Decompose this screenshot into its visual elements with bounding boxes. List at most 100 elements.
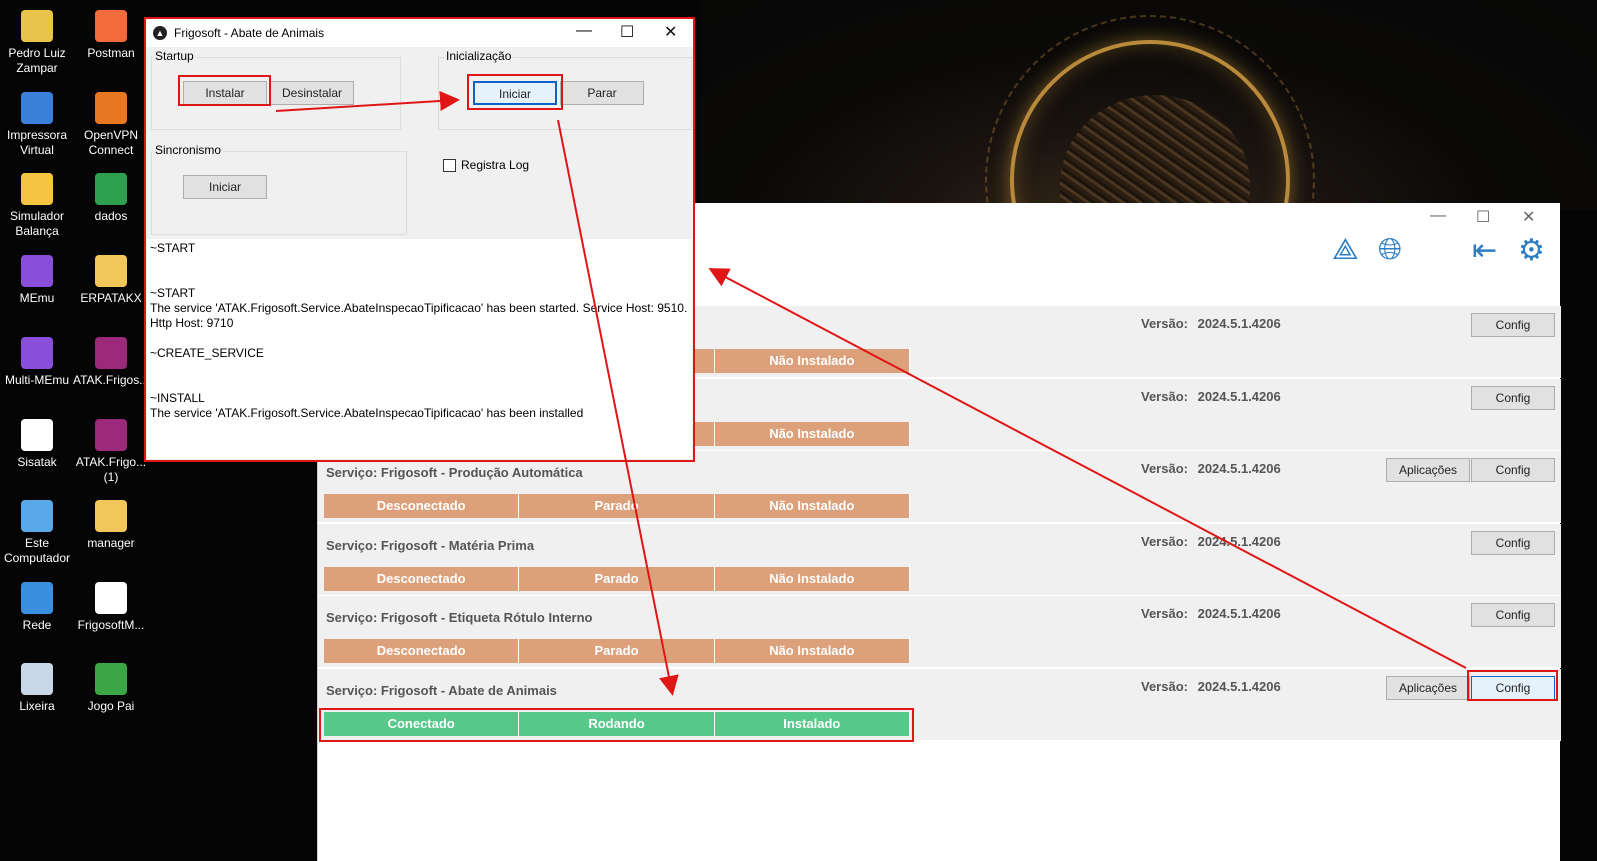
desktop-shortcut-label: Lixeira (19, 699, 55, 713)
desktop-shortcut-label: ATAK.Frigos... (73, 373, 150, 387)
winrar-icon-2 (95, 419, 127, 451)
desktop-wallpaper (700, 0, 1597, 210)
desktop-shortcut[interactable]: Este Computador (0, 500, 75, 566)
recycle-bin-icon (21, 663, 53, 695)
version-value: 2024.5.1.4206 (1197, 461, 1281, 477)
desktop-shortcut[interactable]: ATAK.Frigos... (73, 337, 149, 388)
winrar-icon (95, 337, 127, 369)
desktop-shortcut[interactable]: Sisatak (0, 419, 75, 470)
desktop-shortcut[interactable]: OpenVPN Connect (73, 92, 149, 158)
service-row: Serviço: Frigosoft - Matéria Prima Versão… (318, 523, 1561, 596)
version-value: 2024.5.1.4206 (1197, 533, 1281, 549)
run-status: Parado (519, 494, 715, 519)
service-status-bar: Desconectado Parado Não Instalado (324, 566, 910, 591)
connection-status: Desconectado (324, 639, 520, 664)
desktop-shortcut[interactable]: Pedro Luiz Zampar (0, 10, 75, 76)
desktop-shortcut-label: Multi-MEmu (4, 373, 69, 387)
desktop-shortcut-label: Pedro Luiz Zampar (8, 46, 66, 75)
install-status: Não Instalado (714, 349, 910, 373)
config-button[interactable]: Config (1471, 458, 1555, 483)
service-name: Serviço: Frigosoft - Etiqueta Rótulo Int… (326, 610, 593, 626)
annotation-install-box (178, 75, 271, 106)
service-version: Versão: 2024.5.1.4206 (1141, 606, 1281, 621)
version-label: Versão: (1141, 606, 1192, 622)
network-nodes-icon[interactable]: ⟁ (1332, 233, 1359, 267)
version-label: Versão: (1141, 533, 1192, 549)
minimize-icon[interactable]: — (1430, 207, 1446, 225)
maximize-icon[interactable]: ☐ (1476, 207, 1490, 227)
version-value: 2024.5.1.4206 (1197, 316, 1281, 331)
user-folder-icon (21, 10, 53, 42)
openvpn-icon (95, 92, 127, 124)
desktop-shortcut[interactable]: ERPATAKX (73, 255, 149, 306)
install-status: Não Instalado (714, 421, 910, 446)
applications-button[interactable]: Aplicações (1386, 676, 1470, 700)
desktop-shortcut[interactable]: Impressora Virtual (0, 92, 75, 158)
service-status-bar: Desconectado Parado Não Instalado (324, 639, 910, 664)
service-name: Serviço: Frigosoft - Matéria Prima (326, 537, 535, 553)
run-status: Parado (519, 639, 715, 664)
desktop-shortcut[interactable]: Lixeira (0, 663, 75, 714)
config-button[interactable]: Config (1471, 385, 1555, 410)
annotation-config-box (1467, 670, 1558, 701)
frigosoft-icon (95, 582, 127, 614)
config-button[interactable]: Config (1471, 313, 1555, 337)
service-version: Versão: 2024.5.1.4206 (1141, 534, 1281, 549)
desktop-shortcut[interactable]: ATAK.Frigo... (1) (73, 419, 149, 485)
desktop-shortcut-label: OpenVPN Connect (83, 128, 139, 157)
version-value: 2024.5.1.4206 (1197, 679, 1281, 694)
desktop-shortcut[interactable]: Rede (0, 582, 75, 633)
desktop-shortcut[interactable]: MEmu (0, 255, 75, 306)
install-status: Não Instalado (714, 494, 910, 519)
desktop-shortcut-label: Postman (87, 46, 135, 60)
memu-icon (21, 255, 53, 287)
printer-icon (21, 92, 53, 124)
desktop-shortcut[interactable]: Postman (73, 10, 149, 61)
desktop-shortcut-label: Rede (22, 618, 52, 632)
connection-status: Desconectado (324, 566, 520, 591)
service-row: Serviço: Frigosoft - Etiqueta Rótulo Int… (318, 596, 1561, 669)
postman-icon (95, 10, 127, 42)
annotation-start-box (467, 74, 563, 110)
version-label: Versão: (1141, 461, 1192, 477)
desktop-shortcut[interactable]: Jogo Pai (73, 663, 149, 714)
desktop-shortcut-label: dados (94, 209, 128, 223)
globe-icon[interactable]: 🌐︎ (1378, 233, 1402, 267)
config-button[interactable]: Config (1471, 603, 1555, 628)
service-version: Versão: 2024.5.1.4206 (1141, 316, 1281, 331)
desktop-shortcut-label: manager (87, 536, 135, 550)
version-label: Versão: (1141, 316, 1192, 331)
version-value: 2024.5.1.4206 (1197, 606, 1281, 622)
version-label: Versão: (1141, 679, 1192, 694)
desktop-shortcut-label: Jogo Pai (87, 699, 135, 713)
desktop-shortcut-label: Impressora Virtual (6, 128, 68, 157)
service-version: Versão: 2024.5.1.4206 (1141, 389, 1281, 404)
desktop-shortcut-label: ATAK.Frigo... (1) (75, 455, 147, 484)
applications-button[interactable]: Aplicações (1386, 458, 1470, 483)
logout-icon[interactable]: ⇤ (1472, 233, 1497, 268)
game-icon (95, 663, 127, 695)
multi-memu-icon (21, 337, 53, 369)
desktop-shortcut[interactable]: Simulador Balança (0, 173, 75, 239)
app-titlebar: — ☐ ✕ (1390, 203, 1560, 233)
folder-manager-icon (95, 500, 127, 532)
desktop-shortcut-label: FrigosoftM... (77, 618, 145, 632)
config-button[interactable]: Config (1471, 530, 1555, 555)
desktop-shortcut-label: Simulador Balança (9, 209, 65, 238)
folder-icon (95, 255, 127, 287)
desktop-shortcut-label: MEmu (19, 291, 55, 305)
spreadsheet-icon (95, 173, 127, 205)
desktop-shortcut[interactable]: FrigosoftM... (73, 582, 149, 633)
close-icon[interactable]: ✕ (1522, 207, 1535, 227)
settings-gear-icon[interactable]: ⚙ (1518, 233, 1545, 268)
desktop-shortcut[interactable]: manager (73, 500, 149, 551)
desktop-shortcut-label: Sisatak (17, 455, 57, 469)
desktop-shortcut[interactable]: dados (73, 173, 149, 224)
desktop-shortcut-label: Este Computador (3, 536, 71, 565)
desktop-shortcut[interactable]: Multi-MEmu (0, 337, 75, 388)
service-status-bar: Desconectado Parado Não Instalado (324, 494, 910, 519)
service-name: Serviço: Frigosoft - Produção Automática (326, 465, 583, 481)
install-status: Não Instalado (714, 639, 910, 664)
version-value: 2024.5.1.4206 (1197, 388, 1281, 404)
network-icon (21, 582, 53, 614)
